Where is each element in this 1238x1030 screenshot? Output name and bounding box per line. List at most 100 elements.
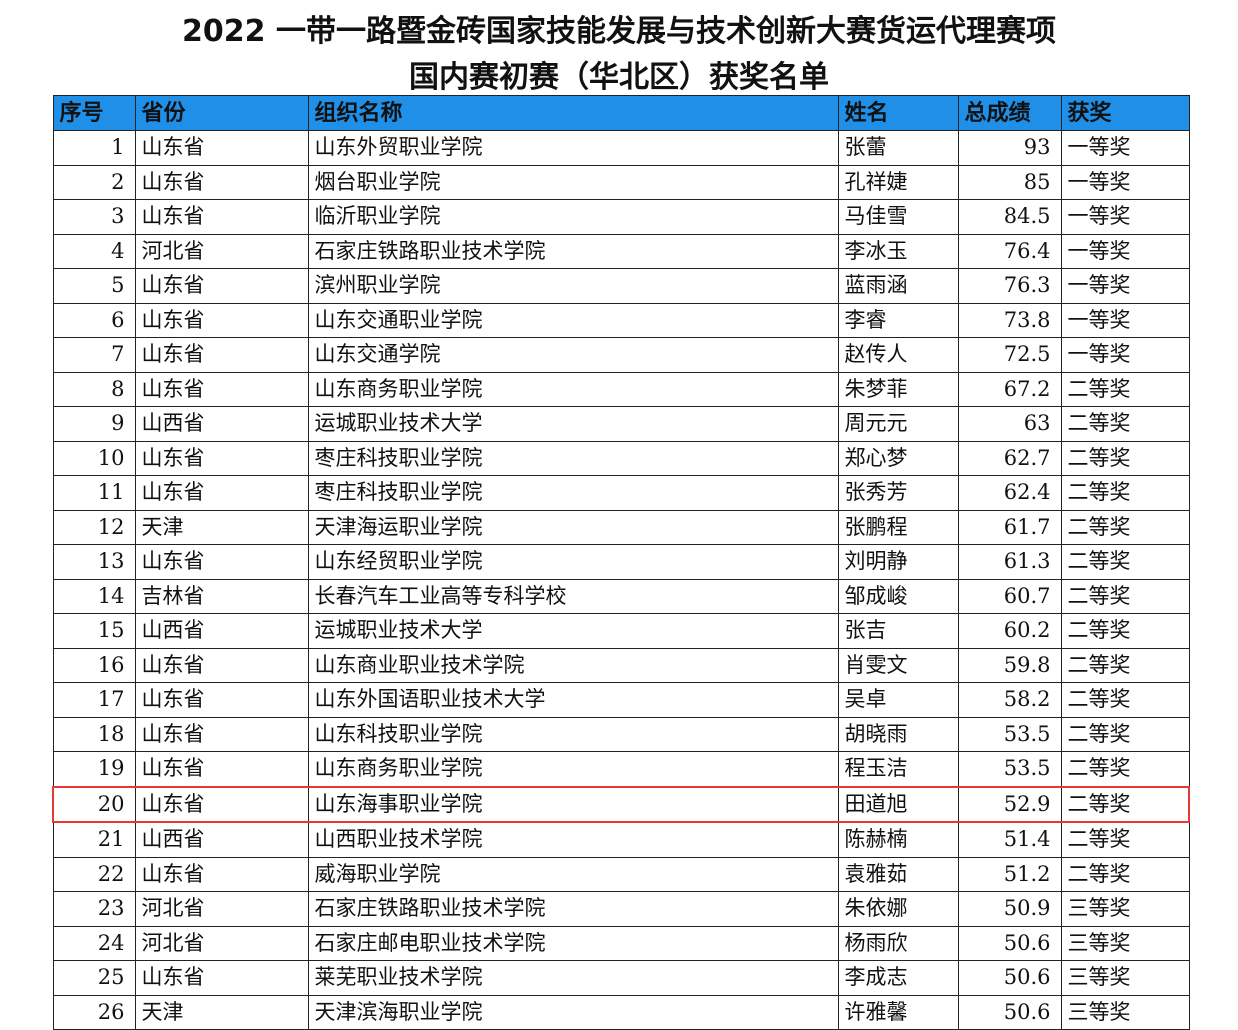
cell-province: 河北省 bbox=[134, 891, 309, 927]
table-row: 10 山东省 枣庄科技职业学院 郑心梦 62.7 二等奖 bbox=[52, 440, 1190, 476]
cell-score: 50.6 bbox=[957, 960, 1062, 996]
cell-organization: 天津滨海职业学院 bbox=[307, 994, 839, 1030]
cell-province: 河北省 bbox=[134, 925, 309, 961]
cell-name: 赵传人 bbox=[837, 337, 959, 373]
table-row: 15 山西省 运城职业技术大学 张吉 60.2 二等奖 bbox=[52, 613, 1190, 649]
cell-score: 73.8 bbox=[957, 302, 1062, 338]
cell-organization: 山东外国语职业技术大学 bbox=[307, 682, 839, 718]
cell-organization: 烟台职业学院 bbox=[307, 164, 839, 200]
cell-index: 25 bbox=[52, 960, 136, 996]
cell-name: 马佳雪 bbox=[837, 199, 959, 235]
cell-index: 15 bbox=[52, 613, 136, 649]
cell-award: 二等奖 bbox=[1060, 475, 1190, 511]
table-row: 18 山东省 山东科技职业学院 胡晓雨 53.5 二等奖 bbox=[52, 716, 1190, 752]
cell-index: 18 bbox=[52, 716, 136, 752]
table-row: 16 山东省 山东商业职业技术学院 肖雯文 59.8 二等奖 bbox=[52, 647, 1190, 683]
cell-score: 51.2 bbox=[957, 856, 1062, 892]
cell-organization: 枣庄科技职业学院 bbox=[307, 475, 839, 511]
table-row: 5 山东省 滨州职业学院 蓝雨涵 76.3 一等奖 bbox=[52, 268, 1190, 304]
cell-award: 一等奖 bbox=[1060, 130, 1190, 166]
cell-award: 三等奖 bbox=[1060, 960, 1190, 996]
cell-province: 吉林省 bbox=[134, 578, 309, 614]
cell-score: 61.7 bbox=[957, 509, 1062, 545]
cell-organization: 山东海事职业学院 bbox=[307, 785, 839, 823]
cell-score: 62.4 bbox=[957, 475, 1062, 511]
cell-province: 山东省 bbox=[134, 440, 309, 476]
cell-organization: 山东外贸职业学院 bbox=[307, 130, 839, 166]
cell-award: 二等奖 bbox=[1060, 509, 1190, 545]
table-row: 9 山西省 运城职业技术大学 周元元 63 二等奖 bbox=[52, 406, 1190, 442]
cell-province: 山东省 bbox=[134, 268, 309, 304]
cell-organization: 山东经贸职业学院 bbox=[307, 544, 839, 580]
cell-award: 二等奖 bbox=[1060, 716, 1190, 752]
cell-index: 20 bbox=[52, 785, 136, 823]
cell-name: 周元元 bbox=[837, 406, 959, 442]
cell-index: 7 bbox=[52, 337, 136, 373]
cell-award: 二等奖 bbox=[1060, 821, 1190, 858]
table-row: 21 山西省 山西职业技术学院 陈赫楠 51.4 二等奖 bbox=[52, 821, 1190, 858]
cell-index: 14 bbox=[52, 578, 136, 614]
cell-score: 85 bbox=[957, 164, 1062, 200]
table-row: 12 天津 天津海运职业学院 张鹏程 61.7 二等奖 bbox=[52, 509, 1190, 545]
cell-name: 朱依娜 bbox=[837, 891, 959, 927]
cell-index: 4 bbox=[52, 233, 136, 269]
table-row: 25 山东省 莱芜职业技术学院 李成志 50.6 三等奖 bbox=[52, 960, 1190, 996]
cell-name: 田道旭 bbox=[837, 785, 959, 823]
cell-name: 袁雅茹 bbox=[837, 856, 959, 892]
cell-province: 山东省 bbox=[134, 544, 309, 580]
cell-score: 53.5 bbox=[957, 716, 1062, 752]
header-index: 序号 bbox=[52, 95, 136, 131]
cell-province: 山东省 bbox=[134, 130, 309, 166]
cell-index: 24 bbox=[52, 925, 136, 961]
cell-name: 蓝雨涵 bbox=[837, 268, 959, 304]
cell-award: 二等奖 bbox=[1060, 785, 1190, 823]
table-row: 20 山东省 山东海事职业学院 田道旭 52.9 二等奖 bbox=[52, 785, 1190, 823]
cell-province: 山东省 bbox=[134, 647, 309, 683]
table-header-row: 序号 省份 组织名称 姓名 总成绩 获奖 bbox=[52, 95, 1190, 131]
cell-score: 60.7 bbox=[957, 578, 1062, 614]
cell-index: 23 bbox=[52, 891, 136, 927]
cell-organization: 长春汽车工业高等专科学校 bbox=[307, 578, 839, 614]
cell-organization: 山东科技职业学院 bbox=[307, 716, 839, 752]
cell-index: 5 bbox=[52, 268, 136, 304]
cell-index: 26 bbox=[52, 994, 136, 1030]
table-row: 6 山东省 山东交通职业学院 李睿 73.8 一等奖 bbox=[52, 302, 1190, 338]
table-row: 3 山东省 临沂职业学院 马佳雪 84.5 一等奖 bbox=[52, 199, 1190, 235]
cell-award: 三等奖 bbox=[1060, 925, 1190, 961]
cell-award: 二等奖 bbox=[1060, 371, 1190, 407]
table-row: 14 吉林省 长春汽车工业高等专科学校 邹成峻 60.7 二等奖 bbox=[52, 578, 1190, 614]
cell-province: 山东省 bbox=[134, 856, 309, 892]
table-row: 23 河北省 石家庄铁路职业技术学院 朱依娜 50.9 三等奖 bbox=[52, 891, 1190, 927]
cell-name: 许雅馨 bbox=[837, 994, 959, 1030]
cell-organization: 石家庄邮电职业技术学院 bbox=[307, 925, 839, 961]
cell-name: 张秀芳 bbox=[837, 475, 959, 511]
cell-name: 胡晓雨 bbox=[837, 716, 959, 752]
cell-name: 李睿 bbox=[837, 302, 959, 338]
cell-organization: 山东交通学院 bbox=[307, 337, 839, 373]
cell-score: 76.4 bbox=[957, 233, 1062, 269]
cell-score: 63 bbox=[957, 406, 1062, 442]
cell-organization: 石家庄铁路职业技术学院 bbox=[307, 891, 839, 927]
document-title: 2022 一带一路暨金砖国家技能发展与技术创新大赛货运代理赛项 bbox=[182, 14, 1056, 49]
cell-award: 二等奖 bbox=[1060, 682, 1190, 718]
cell-index: 8 bbox=[52, 371, 136, 407]
cell-index: 12 bbox=[52, 509, 136, 545]
cell-score: 76.3 bbox=[957, 268, 1062, 304]
table-body: 1 山东省 山东外贸职业学院 张蕾 93 一等奖 2 山东省 烟台职业学院 孔祥婕 85 一等奖 3 山东… bbox=[52, 130, 1190, 1030]
cell-index: 3 bbox=[52, 199, 136, 235]
cell-province: 山东省 bbox=[134, 371, 309, 407]
cell-organization: 滨州职业学院 bbox=[307, 268, 839, 304]
table-row: 7 山东省 山东交通学院 赵传人 72.5 一等奖 bbox=[52, 337, 1190, 373]
header-name: 姓名 bbox=[837, 95, 959, 131]
awards-table: 序号 省份 组织名称 姓名 总成绩 获奖 1 山东省 山东外贸职业学院 张蕾 93 一等奖… bbox=[52, 95, 1190, 1030]
table-row: 24 河北省 石家庄邮电职业技术学院 杨雨欣 50.6 三等奖 bbox=[52, 925, 1190, 961]
cell-name: 孔祥婕 bbox=[837, 164, 959, 200]
cell-name: 朱梦菲 bbox=[837, 371, 959, 407]
table-row: 26 天津 天津滨海职业学院 许雅馨 50.6 三等奖 bbox=[52, 994, 1190, 1030]
cell-name: 刘明静 bbox=[837, 544, 959, 580]
cell-province: 山西省 bbox=[134, 613, 309, 649]
cell-award: 一等奖 bbox=[1060, 337, 1190, 373]
cell-province: 山东省 bbox=[134, 475, 309, 511]
cell-index: 9 bbox=[52, 406, 136, 442]
cell-province: 山西省 bbox=[134, 406, 309, 442]
